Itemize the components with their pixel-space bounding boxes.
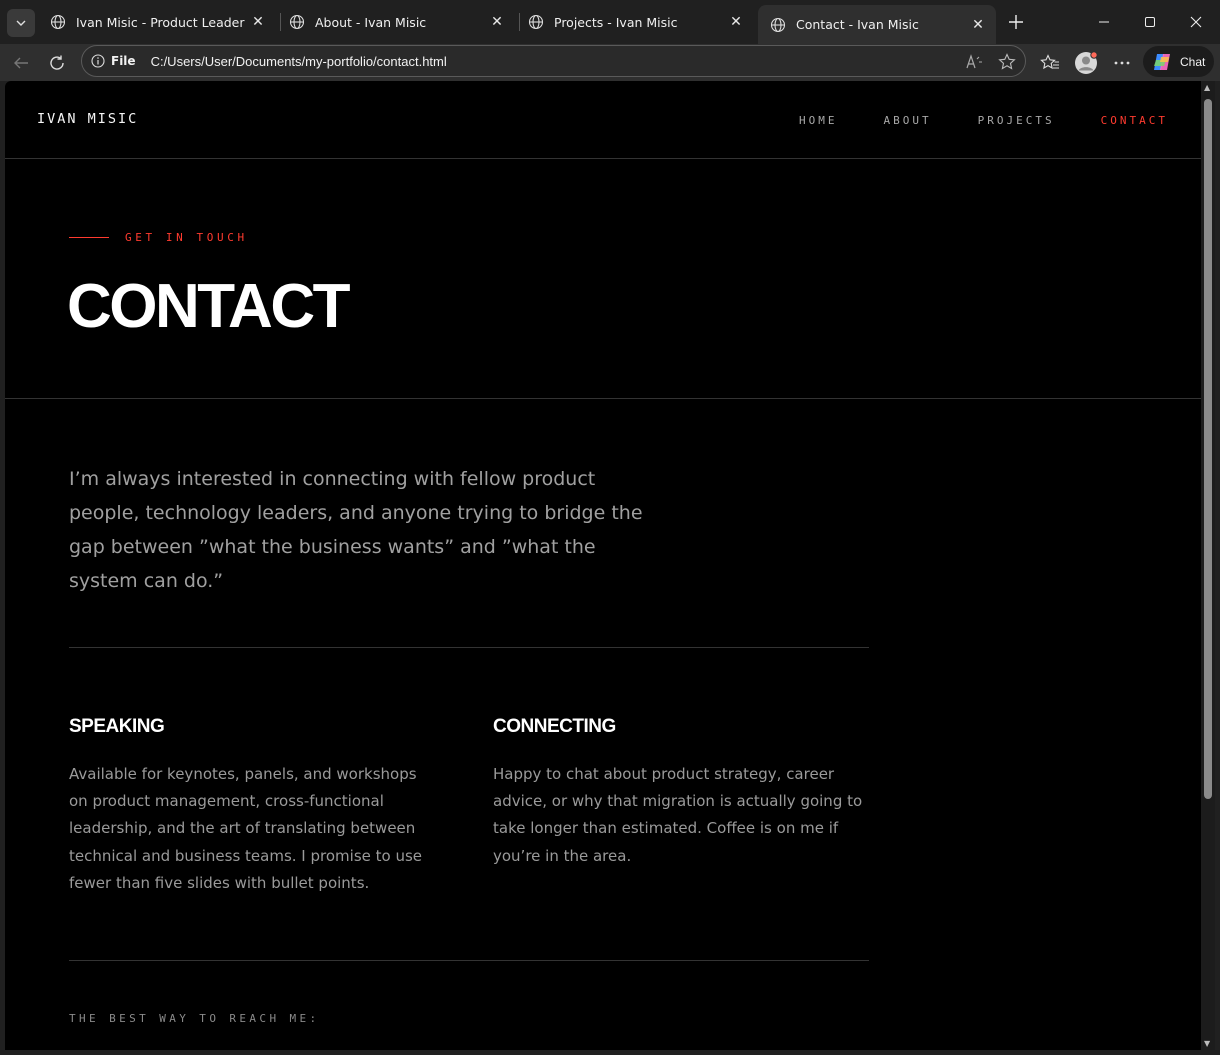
- page-viewport: IVAN MISIC HOME ABOUT PROJECTS CONTACT G…: [5, 81, 1201, 1050]
- nav-contact[interactable]: CONTACT: [1101, 114, 1168, 127]
- globe-icon: [770, 17, 786, 32]
- speaking-column: SPEAKING Available for keynotes, panels,…: [69, 716, 439, 897]
- close-icon[interactable]: ✕: [728, 14, 744, 30]
- refresh-button[interactable]: [43, 49, 71, 77]
- address-scheme-label: File: [111, 54, 136, 68]
- tab-title: Contact - Ivan Misic: [796, 17, 919, 32]
- site-nav: HOME ABOUT PROJECTS CONTACT: [753, 114, 1168, 127]
- favorite-button[interactable]: [997, 52, 1017, 72]
- site-header: IVAN MISIC HOME ABOUT PROJECTS CONTACT: [5, 81, 1201, 159]
- intro-paragraph: I’m always interested in connecting with…: [69, 468, 643, 592]
- close-icon[interactable]: ✕: [970, 17, 986, 33]
- tab-title: Projects - Ivan Misic: [554, 14, 678, 30]
- eyebrow: GET IN TOUCH: [69, 231, 248, 244]
- minimize-button[interactable]: [1089, 8, 1119, 36]
- refresh-icon: [50, 55, 64, 70]
- new-tab-icon: [1009, 15, 1023, 29]
- site-brand[interactable]: IVAN MISIC: [37, 111, 138, 127]
- tab-projects[interactable]: Projects - Ivan Misic ✕: [516, 6, 754, 38]
- scroll-thumb[interactable]: [1204, 99, 1212, 799]
- scroll-down-icon[interactable]: ▼: [1204, 1039, 1210, 1048]
- favorites-button[interactable]: [1036, 49, 1064, 77]
- nav-home[interactable]: HOME: [799, 114, 838, 127]
- profile-icon: [1075, 51, 1098, 74]
- scroll-up-icon[interactable]: ▲: [1204, 83, 1210, 92]
- tab-contact[interactable]: Contact - Ivan Misic ✕: [758, 5, 996, 44]
- profile-button[interactable]: [1072, 49, 1100, 77]
- connecting-heading: CONNECTING: [493, 716, 616, 737]
- globe-icon: [50, 14, 66, 30]
- read-aloud-icon: [966, 54, 982, 69]
- favorites-icon: [1040, 54, 1059, 70]
- eyebrow-label: GET IN TOUCH: [125, 231, 248, 244]
- connecting-column: CONNECTING Happy to chat about product s…: [493, 716, 863, 870]
- maximize-button[interactable]: [1135, 8, 1165, 36]
- minimize-icon: [1099, 21, 1109, 23]
- window-close-button[interactable]: [1181, 8, 1211, 36]
- page-title: CONTACT: [67, 272, 350, 341]
- close-icon[interactable]: ✕: [489, 14, 505, 30]
- chat-label: Chat: [1180, 54, 1206, 69]
- read-aloud-button[interactable]: [965, 52, 985, 72]
- tab-strip: Ivan Misic - Product Leader ✕ About - Iv…: [0, 0, 1220, 44]
- tab-list-button[interactable]: [7, 9, 35, 37]
- eyebrow-rule: [69, 237, 109, 238]
- more-button[interactable]: [1108, 49, 1136, 77]
- page-scrollbar[interactable]: ▲ ▼: [1201, 81, 1215, 1050]
- more-icon: [1114, 61, 1130, 65]
- favorite-star-icon: [998, 53, 1016, 70]
- maximize-icon: [1145, 17, 1155, 27]
- speaking-heading: SPEAKING: [69, 716, 165, 737]
- tab-home[interactable]: Ivan Misic - Product Leader ✕: [38, 6, 276, 38]
- tab-about[interactable]: About - Ivan Misic ✕: [277, 6, 515, 38]
- hero-section: GET IN TOUCH CONTACT: [5, 159, 1201, 399]
- tab-title: About - Ivan Misic: [315, 14, 427, 30]
- section-divider: [69, 960, 869, 961]
- copilot-icon: [1154, 53, 1170, 70]
- tab-list-icon: [16, 20, 26, 26]
- close-icon[interactable]: ✕: [250, 14, 266, 30]
- speaking-body: Available for keynotes, panels, and work…: [69, 765, 423, 892]
- browser-toolbar: File C:/Users/User/Documents/my-portfoli…: [0, 44, 1220, 81]
- address-url[interactable]: C:/Users/User/Documents/my-portfolio/con…: [151, 54, 447, 69]
- globe-icon: [528, 14, 544, 30]
- reach-label: THE BEST WAY TO REACH ME:: [69, 1012, 320, 1025]
- back-icon: [14, 57, 28, 69]
- address-bar[interactable]: File C:/Users/User/Documents/my-portfoli…: [81, 45, 1026, 77]
- nav-projects[interactable]: PROJECTS: [978, 114, 1055, 127]
- back-button[interactable]: [7, 49, 35, 77]
- info-icon[interactable]: [91, 54, 105, 68]
- new-tab-button[interactable]: [1004, 10, 1028, 34]
- nav-about[interactable]: ABOUT: [884, 114, 932, 127]
- chat-button[interactable]: Chat: [1143, 46, 1214, 77]
- window-close-icon: [1190, 16, 1202, 28]
- tab-title: Ivan Misic - Product Leader: [76, 14, 245, 30]
- globe-icon: [289, 14, 305, 30]
- section-divider: [69, 647, 869, 648]
- connecting-body: Happy to chat about product strategy, ca…: [493, 765, 863, 865]
